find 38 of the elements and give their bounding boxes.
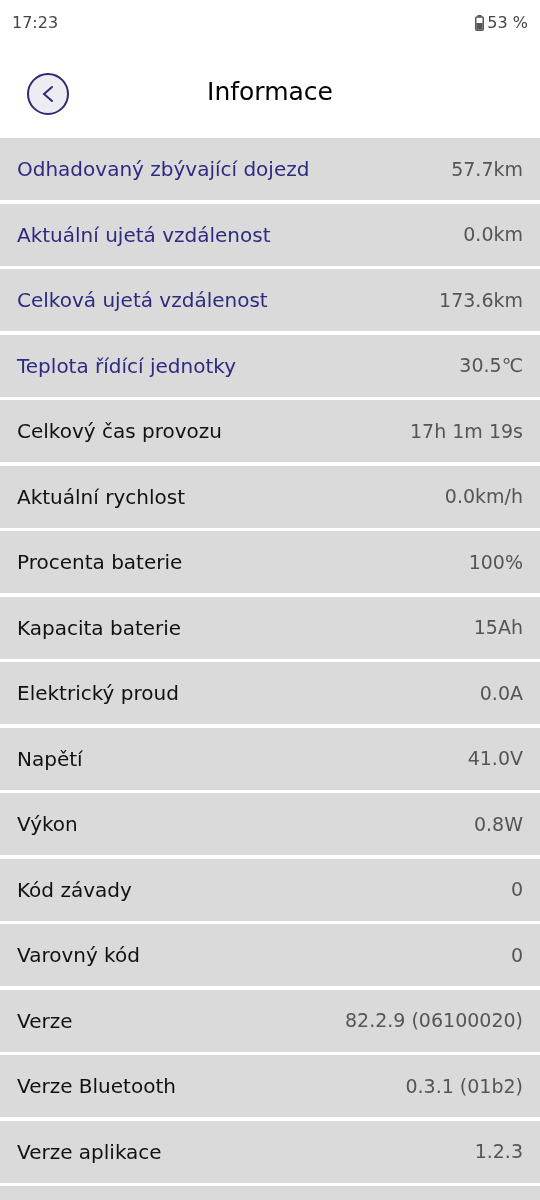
row-label: Verze xyxy=(17,1007,73,1035)
row-label: Celková ujetá vzdálenost xyxy=(17,287,268,314)
page-title: Informace xyxy=(207,75,333,108)
row-label: Kapacita baterie xyxy=(17,614,182,642)
row-value: 0.0km xyxy=(463,222,523,248)
battery-icon xyxy=(475,14,485,31)
chevron-left-icon xyxy=(41,85,55,103)
row-label: Varovný kód xyxy=(17,942,140,969)
row-value: 30.5℃ xyxy=(459,353,523,379)
row-label: Kód závady xyxy=(17,876,132,904)
row-label: Teplota řídící jednotky xyxy=(17,352,237,380)
row-value: 173.6km xyxy=(439,287,523,313)
row-label: Verze Bluetooth xyxy=(17,1073,176,1100)
row-value: 0.8W xyxy=(474,811,523,837)
row-value: 15Ah xyxy=(473,615,523,641)
row-value: 0 xyxy=(510,942,523,968)
row-value: 100% xyxy=(468,549,523,575)
row-value: 17h 1m 19s xyxy=(410,418,523,444)
row-label: Napětí xyxy=(17,745,83,773)
status-time: 17:23 xyxy=(12,11,59,34)
back-button[interactable] xyxy=(27,73,69,115)
row-value: 0 xyxy=(510,877,523,903)
row-label: Elektrický proud xyxy=(17,680,179,707)
row-label: Procenta baterie xyxy=(17,549,183,576)
row-label: Aktuální rychlost xyxy=(17,483,185,511)
row-value: 0.0A xyxy=(479,680,523,706)
row-value: 57.7km xyxy=(451,156,523,182)
row-label: Celkový čas provozu xyxy=(17,418,222,445)
row-label: Odhadovaný zbývající dojezd xyxy=(17,156,310,183)
row-value: 1.2.3 xyxy=(474,1139,523,1165)
battery-percent: 53 % xyxy=(487,11,528,34)
row-label: Výkon xyxy=(17,811,78,838)
row-label: Aktuální ujetá vzdálenost xyxy=(17,221,271,249)
row-label: Verze aplikace xyxy=(17,1138,162,1166)
row-value: 0.3.1 (01b2) xyxy=(405,1073,523,1099)
row-value: 82.2.9 (06100020) xyxy=(345,1008,523,1034)
row-value: 0.0km/h xyxy=(444,484,523,510)
row-value: 41.0V xyxy=(467,746,523,772)
